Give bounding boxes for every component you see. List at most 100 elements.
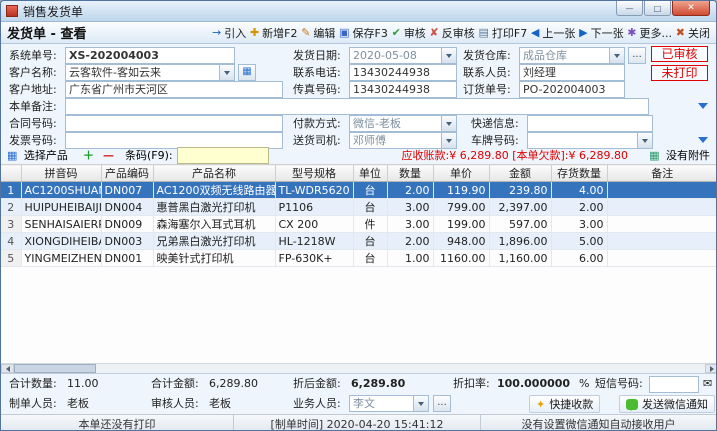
warehouse-value: 成品仓库 xyxy=(520,48,609,63)
col-header-pinyin[interactable]: 拼音码 xyxy=(21,165,101,182)
ship-date-select[interactable]: 2020-05-08 xyxy=(349,47,457,64)
col-header-name[interactable]: 产品名称 xyxy=(153,165,275,182)
sales-delivery-window: 销售发货单 — □ ✕ 发货单 - 查看 →引入✚新增F2✎编辑▣保存F3✔审核… xyxy=(0,0,717,431)
fax-field[interactable]: 13430244938 xyxy=(349,81,457,98)
table-row[interactable]: 1AC1200SHUANDN007AC1200双频无线路由器TL-WDR5620… xyxy=(1,182,717,199)
payment-dropdown-button[interactable] xyxy=(441,116,456,131)
auditor-value: 老板 xyxy=(209,394,231,414)
app-icon xyxy=(6,5,18,17)
scroll-right-button[interactable] xyxy=(705,364,717,373)
customer-label: 客户名称: xyxy=(9,64,57,80)
order-no-field[interactable]: PO-202004003 xyxy=(519,81,625,98)
warehouse-browse-button[interactable]: ... xyxy=(628,47,646,64)
cell-price: 799.00 xyxy=(433,199,489,216)
import-button[interactable]: →引入 xyxy=(212,25,246,41)
cell-unit: 台 xyxy=(353,250,387,267)
close-window-button[interactable]: ✕ xyxy=(672,1,710,16)
salesperson-dropdown-button[interactable] xyxy=(413,396,428,411)
system-no-field[interactable]: XS-202004003 xyxy=(65,47,235,64)
attachment-label: 没有附件 xyxy=(666,149,710,162)
table-row[interactable]: 3SENHAISAIERRDN009森海塞尔入耳式耳机CX 200件3.0019… xyxy=(1,216,717,233)
customer-dropdown-button[interactable] xyxy=(219,65,234,80)
new-button[interactable]: ✚新增F2 xyxy=(250,25,298,41)
col-header-price[interactable]: 单价 xyxy=(433,165,489,182)
cell-qty: 3.00 xyxy=(387,216,433,233)
cell-amount: 2,397.00 xyxy=(489,199,551,216)
attachment-button[interactable]: ▦ 没有附件 xyxy=(649,147,710,164)
prev-button[interactable]: ◀上一张 xyxy=(531,25,575,41)
contact-field[interactable]: 刘经理 xyxy=(519,64,625,81)
col-header-unit[interactable]: 单位 xyxy=(353,165,387,182)
minimize-button[interactable]: — xyxy=(616,1,643,16)
col-header-qty[interactable]: 数量 xyxy=(387,165,433,182)
remove-row-button[interactable]: — xyxy=(103,147,114,164)
warehouse-select[interactable]: 成品仓库 xyxy=(519,47,625,64)
scrollbar-track[interactable] xyxy=(96,364,705,373)
cell-price: 1160.00 xyxy=(433,250,489,267)
wechat-notify-button[interactable]: 发送微信通知 xyxy=(619,395,715,413)
audited-badge: 已审核 xyxy=(651,46,708,62)
title-bar[interactable]: 销售发货单 xyxy=(1,1,716,22)
status-bar: 本单还没有打印 [制单时间] 2020-04-20 15:41:12 没有设置微… xyxy=(1,414,716,431)
more-button[interactable]: ✱更多... xyxy=(627,25,672,41)
audit-button[interactable]: ✔审核 xyxy=(392,25,426,41)
add-row-button[interactable]: ＋ xyxy=(83,147,94,164)
close-button[interactable]: ✖关闭 xyxy=(676,25,710,41)
plate-dropdown-button[interactable] xyxy=(637,133,652,148)
maximize-button[interactable]: □ xyxy=(644,1,671,16)
quick-payment-button[interactable]: ✦ 快捷收款 xyxy=(529,395,600,413)
col-header-remark[interactable]: 备注 xyxy=(607,165,717,182)
customer-detail-button[interactable]: ▦ xyxy=(238,64,256,81)
col-header-stock[interactable]: 存货数量 xyxy=(551,165,607,182)
warehouse-dropdown-button[interactable] xyxy=(609,48,624,63)
select-products-button[interactable]: ▦ 选择产品 xyxy=(7,147,68,164)
table-row[interactable]: 4XIONGDIHEIBADN003兄弟黑白激光打印机HL-1218W台2.00… xyxy=(1,233,717,250)
discount-rate-value[interactable]: 100.000000 xyxy=(497,374,570,394)
remark-input[interactable] xyxy=(65,98,649,115)
scroll-left-button[interactable] xyxy=(1,364,14,373)
col-header-amount[interactable]: 金额 xyxy=(489,165,551,182)
cell-name: AC1200双频无线路由器 xyxy=(153,182,275,199)
ship-date-dropdown-button[interactable] xyxy=(441,48,456,63)
sms-icon[interactable]: ✉ xyxy=(703,374,712,394)
section-collapse-arrow-icon[interactable] xyxy=(698,137,708,143)
col-header-model[interactable]: 型号规格 xyxy=(275,165,353,182)
scrollbar-thumb[interactable] xyxy=(14,364,96,373)
driver-dropdown-button[interactable] xyxy=(441,133,456,148)
remark-label: 本单备注: xyxy=(9,98,57,114)
cell-unit: 台 xyxy=(353,182,387,199)
table-row[interactable]: 2HUIPUHEIBAIJIDN004惠普黑白激光打印机P1106台3.0079… xyxy=(1,199,717,216)
salesperson-select[interactable]: 李文 xyxy=(349,395,429,412)
unaudit-button[interactable]: ✘反审核 xyxy=(430,25,475,41)
address-field[interactable]: 广东省广州市天河区 xyxy=(65,81,283,98)
save-button[interactable]: ▣保存F3 xyxy=(339,25,388,41)
print-button[interactable]: ▤打印F7 xyxy=(478,25,527,41)
express-input[interactable] xyxy=(527,115,653,132)
cell-name: 映美针式打印机 xyxy=(153,250,275,267)
col-header-code[interactable]: 产品编码 xyxy=(101,165,153,182)
auditor-label: 审核人员: xyxy=(151,394,199,414)
phone-field[interactable]: 13430244938 xyxy=(349,64,457,81)
edit-button[interactable]: ✎编辑 xyxy=(301,25,335,41)
customer-select[interactable]: 云客软件-客如云来 xyxy=(65,64,235,81)
chevron-down-icon xyxy=(418,402,424,406)
contract-input[interactable] xyxy=(65,115,283,132)
toolbar-button-label: 更多... xyxy=(640,25,673,41)
cell-qty: 3.00 xyxy=(387,199,433,216)
next-button[interactable]: ▶下一张 xyxy=(579,25,623,41)
payment-select[interactable]: 微信-老板 xyxy=(349,115,457,132)
cell-amount: 1,160.00 xyxy=(489,250,551,267)
salesperson-browse-button[interactable]: ... xyxy=(433,395,451,412)
table-row[interactable]: 5YINGMEIZHENSDN001映美针式打印机FP-630K+台1.0011… xyxy=(1,250,717,267)
section-collapse-arrow-icon[interactable] xyxy=(698,103,708,109)
cell-name: 兄弟黑白激光打印机 xyxy=(153,233,275,250)
col-header-num[interactable] xyxy=(1,165,21,182)
fax-label: 传真号码: xyxy=(293,81,341,97)
driver-value: 邓师傅 xyxy=(350,133,441,148)
chevron-down-icon xyxy=(642,139,648,143)
toolbar: 发货单 - 查看 →引入✚新增F2✎编辑▣保存F3✔审核✘反审核▤打印F7◀上一… xyxy=(1,22,716,44)
sms-number-input[interactable] xyxy=(649,376,699,393)
barcode-input[interactable] xyxy=(177,147,269,164)
cell-remark xyxy=(607,250,717,267)
horizontal-scrollbar[interactable] xyxy=(1,363,717,373)
